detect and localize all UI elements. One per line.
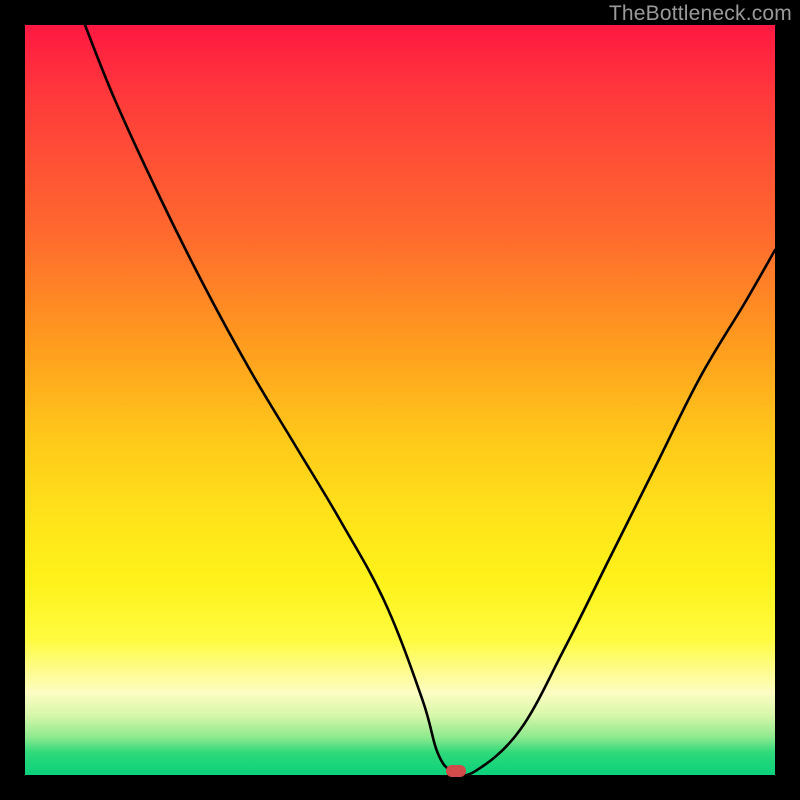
watermark-text: TheBottleneck.com <box>609 2 792 26</box>
bottleneck-curve <box>25 25 775 775</box>
curve-path <box>85 25 775 775</box>
optimum-marker <box>446 765 466 777</box>
chart-frame: TheBottleneck.com <box>0 0 800 800</box>
plot-area <box>25 25 775 775</box>
